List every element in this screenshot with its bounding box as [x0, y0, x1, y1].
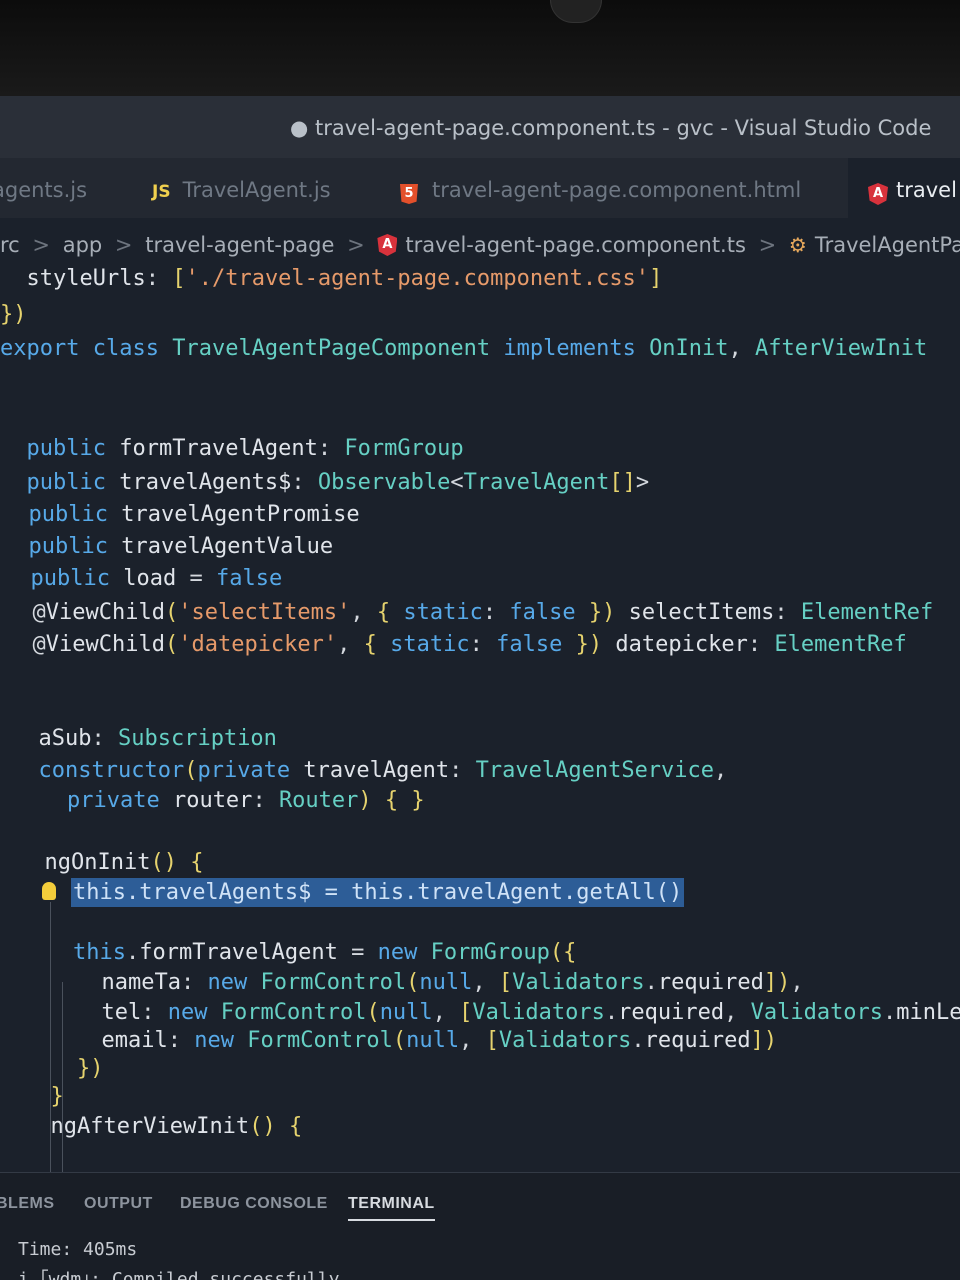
code-line[interactable]: styleUrls: ['./travel-agent-page.compone… [0, 266, 663, 291]
chevron-right-icon: > [114, 233, 133, 257]
code-line code-line-selected[interactable]: this.travelAgents$ = this.travelAgent.ge… [18, 878, 685, 907]
code-line[interactable]: this.formTravelAgent = new FormGroup({ [20, 940, 576, 965]
class-symbol-icon: ⚙ [788, 233, 807, 257]
code-line[interactable]: constructor(private travelAgent: TravelA… [12, 758, 728, 783]
tab-terminal[interactable]: TERMINAL [348, 1195, 435, 1221]
breadcrumb-item-class[interactable]: TravelAgentPageCor [815, 233, 960, 257]
html5-file-icon: 5 [400, 184, 418, 204]
code-editor[interactable]: styleUrls: ['./travel-agent-page.compone… [0, 262, 960, 1212]
laptop-bezel [0, 0, 960, 96]
code-text: public formTravelAgent: FormGroup [26, 436, 464, 461]
tab-travelagent-js[interactable]: JS TravelAgent.js [152, 178, 331, 202]
lightbulb-icon[interactable] [42, 882, 56, 900]
code-text: public travelAgentValue [28, 534, 334, 559]
code-text: public travelAgents$: Observable<TravelA… [26, 470, 650, 495]
tab-agents-js[interactable]: agents.js [0, 178, 87, 202]
code-text: public load = false [30, 566, 283, 591]
breadcrumb-item-file[interactable]: travel-agent-page.component.ts [405, 233, 746, 257]
code-line[interactable]: }) [0, 302, 27, 327]
code-text: this.travelAgents$ = this.travelAgent.ge… [18, 878, 685, 907]
code-line[interactable]: private router: Router) { } [14, 788, 425, 813]
title-bar: ● travel-agent-page.component.ts - gvc -… [0, 96, 960, 158]
chevron-right-icon: > [347, 233, 365, 257]
tab-component-ts[interactable]: Atravel [848, 158, 960, 218]
tab-problems[interactable]: BLEMS [0, 1195, 55, 1213]
code-line[interactable]: } [24, 1084, 64, 1109]
code-line[interactable]: ngAfterViewInit() { [24, 1114, 303, 1139]
code-line[interactable]: @ViewChild('datepicker', { static: false… [6, 632, 907, 657]
code-line[interactable]: ngOnInit() { [18, 850, 204, 875]
code-line[interactable]: export class TravelAgentPageComponent im… [0, 336, 927, 361]
breadcrumb-item-src[interactable]: rc [0, 233, 20, 257]
angular-file-icon: A [377, 234, 398, 256]
code-text: styleUrls: ['./travel-agent-page.compone… [26, 266, 663, 291]
code-text: nameTa: new FormControl(null, [Validator… [101, 970, 804, 995]
code-text: }) [0, 302, 27, 327]
chevron-right-icon: > [758, 233, 777, 257]
code-line[interactable]: tel: new FormControl(null, [Validators.r… [22, 1000, 960, 1025]
code-text: export class TravelAgentPageComponent im… [0, 336, 928, 361]
code-text: @ViewChild('selectItems', { static: fals… [6, 600, 934, 625]
tab-label: agents.js [0, 178, 88, 202]
code-text: aSub: Subscription [38, 726, 277, 751]
code-text: this.formTravelAgent = new FormGroup({ [72, 940, 577, 965]
code-text: email: new FormControl(null, [Validators… [101, 1028, 778, 1053]
code-text: constructor(private travelAgent: TravelA… [38, 758, 728, 783]
code-line[interactable]: aSub: Subscription [12, 726, 277, 751]
code-text: tel: new FormControl(null, [Validators.r… [101, 1000, 960, 1025]
selection-highlight: this.travelAgents$ = this.travelAgent.ge… [70, 878, 685, 907]
code-text: public travelAgentPromise [28, 502, 360, 527]
tab-output[interactable]: OUTPUT [84, 1195, 153, 1213]
terminal-line: Time: 405ms [18, 1239, 138, 1260]
code-text: ngAfterViewInit() { [50, 1114, 303, 1139]
code-line[interactable]: public travelAgentPromise [2, 502, 360, 527]
code-text: @ViewChild('datepicker', { static: false… [6, 632, 907, 657]
code-text: ngOnInit() { [44, 850, 204, 875]
code-line[interactable]: public travelAgents$: Observable<TravelA… [0, 470, 650, 495]
tab-label: travel [896, 178, 957, 202]
code-line[interactable]: nameTa: new FormControl(null, [Validator… [22, 970, 804, 995]
tab-label: travel-agent-page.component.html [432, 178, 802, 202]
code-text: }) [76, 1056, 104, 1081]
webcam [550, 0, 602, 23]
code-line[interactable]: }) [24, 1056, 104, 1081]
angular-file-icon: A [868, 183, 888, 205]
breadcrumb-item-app[interactable]: app [63, 233, 103, 257]
code-line[interactable]: public travelAgentValue [2, 534, 334, 559]
window-title: ● travel-agent-page.component.ts - gvc -… [290, 116, 932, 140]
editor-tabs: agents.js JS TravelAgent.js 5 travel-agent… [0, 158, 960, 218]
code-text: } [50, 1084, 64, 1109]
chevron-right-icon: > [32, 233, 51, 257]
bottom-panel: BLEMS OUTPUT DEBUG CONSOLE TERMINAL Time… [0, 1172, 960, 1280]
code-line[interactable]: email: new FormControl(null, [Validators… [22, 1028, 777, 1053]
terminal-line: i ｢wdm｣: Compiled successfully. [18, 1269, 351, 1280]
vscode-window: ● travel-agent-page.component.ts - gvc -… [0, 96, 960, 1280]
breadcrumb: rc > app > travel-agent-page > Atravel-a… [0, 232, 960, 262]
code-line[interactable]: public formTravelAgent: FormGroup [0, 436, 464, 461]
tab-debug-console[interactable]: DEBUG CONSOLE [180, 1195, 328, 1213]
breadcrumb-item-folder[interactable]: travel-agent-page [145, 233, 334, 257]
code-text: private router: Router) { } [66, 788, 425, 813]
code-line[interactable]: @ViewChild('selectItems', { static: fals… [6, 600, 933, 625]
tab-component-html[interactable]: 5 travel-agent-page.component.html [400, 178, 801, 204]
javascript-file-icon: JS [152, 182, 171, 202]
tab-label: TravelAgent.js [182, 178, 331, 202]
code-line[interactable]: public load = false [4, 566, 283, 591]
